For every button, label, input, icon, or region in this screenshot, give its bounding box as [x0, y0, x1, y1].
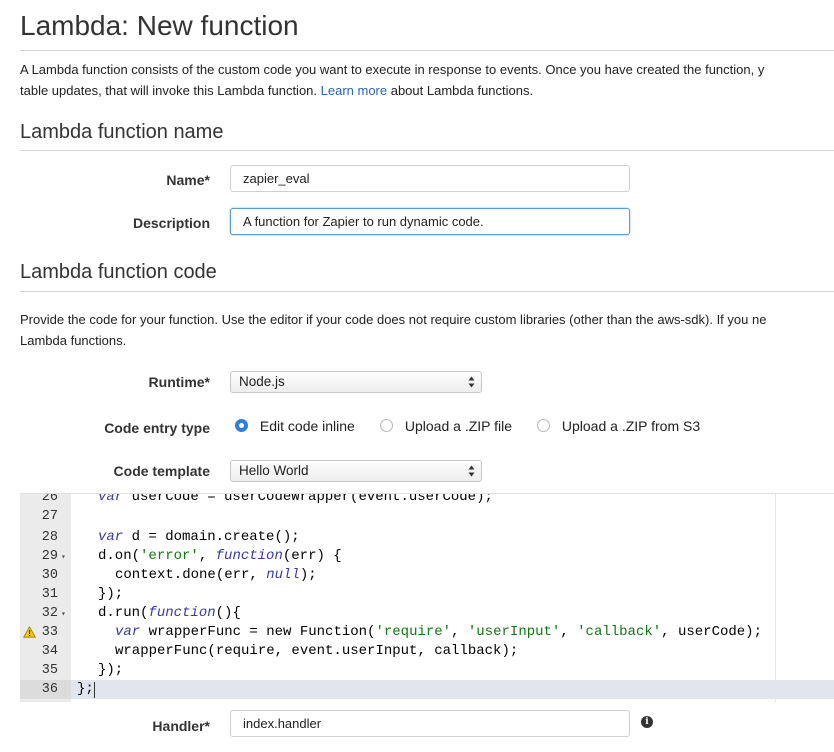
learn-more-link[interactable]: Learn more [321, 83, 387, 98]
divider [20, 50, 834, 51]
line-number: 30 [41, 568, 58, 583]
code-line[interactable]: 35 }); [20, 661, 834, 680]
line-number: 28 [41, 530, 58, 545]
radio-unchecked-icon[interactable] [537, 419, 550, 432]
code-text: var d = domain.create(); [98, 528, 300, 547]
runtime-select[interactable]: Node.js [230, 371, 482, 393]
line-number: 33 [41, 625, 58, 640]
line-number: 29 [41, 549, 58, 564]
code-line[interactable]: 28 var d = domain.create(); [20, 528, 834, 547]
code-template-label: Code template [113, 463, 210, 479]
string: 'require' [375, 624, 452, 640]
radio-label: Edit code inline [259, 418, 355, 434]
line-number: 35 [41, 663, 58, 678]
code-token: d = domain.create(); [123, 529, 300, 545]
intro-line-2-end: about Lambda functions. [387, 83, 534, 98]
intro-text: A Lambda function consists of the custom… [20, 59, 834, 101]
string: 'error' [140, 548, 199, 564]
code-text: var userCode = userCodeWrapper(event.use… [98, 493, 493, 507]
code-entry-type-label: Code entry type [104, 420, 210, 436]
code-line[interactable]: 26 var userCode = userCodeWrapper(event.… [20, 493, 834, 507]
code-token: , [198, 548, 216, 564]
section-heading-code: Lambda function code [20, 261, 217, 283]
code-text: d.run(function(){ [98, 604, 241, 623]
code-description: Provide the code for your function. Use … [20, 309, 834, 351]
code-text: }; [77, 681, 94, 697]
info-icon[interactable]: i [641, 716, 653, 728]
code-description-line-1: Provide the code for your function. Use … [20, 312, 767, 327]
name-input[interactable] [230, 165, 630, 192]
code-token: , userCode); [661, 624, 762, 640]
code-text: context.done(err, null); [115, 566, 317, 585]
intro-line-2: table updates, that will invoke this Lam… [20, 80, 834, 101]
code-line[interactable]: 29 ▾ d.on('error', function(err) { [20, 547, 834, 566]
divider [20, 150, 834, 151]
code-line[interactable]: 27 [20, 507, 834, 526]
name-label: Name* [166, 172, 210, 188]
radio-label: Upload a .ZIP file [404, 418, 513, 434]
text-cursor [94, 682, 95, 698]
line-number: 27 [41, 509, 58, 524]
code-template-select-value: Hello World [239, 463, 309, 478]
code-text: d.on('error', function(err) { [98, 547, 342, 566]
code-line[interactable]: 34 wrapperFunc(require, event.userInput,… [20, 642, 834, 661]
select-arrows-icon [468, 376, 475, 388]
code-token: ); [299, 567, 317, 583]
radio-upload-zip[interactable]: Upload a .ZIP file [380, 418, 512, 434]
code-token: (){ [215, 605, 241, 621]
code-line-text[interactable]: }; [20, 680, 834, 699]
fold-arrow-icon[interactable]: ▾ [61, 605, 66, 624]
runtime-select-value: Node.js [239, 374, 285, 389]
radio-label: Upload a .ZIP from S3 [561, 418, 701, 434]
fold-arrow-icon[interactable]: ▾ [61, 548, 66, 567]
code-text: wrapperFunc(require, event.userInput, ca… [115, 643, 519, 659]
keyword: var [98, 493, 124, 505]
string: 'userInput' [467, 624, 561, 640]
intro-line-2-start: table updates, that will invoke this Lam… [20, 83, 321, 98]
code-line[interactable]: 32 ▾ d.run(function(){ [20, 604, 834, 623]
keyword: var [98, 529, 124, 545]
line-number: 32 [41, 606, 58, 621]
code-description-line-2: Lambda functions. [20, 333, 127, 348]
radio-edit-inline[interactable]: Edit code inline [235, 418, 355, 434]
code-template-select[interactable]: Hello World [230, 460, 482, 482]
code-token: d.on( [98, 548, 141, 564]
line-number: 34 [41, 644, 58, 659]
page-title: Lambda: New function [20, 10, 299, 41]
string: 'callback' [577, 624, 662, 640]
line-number: 26 [41, 493, 58, 505]
code-token: wrapperFunc = new Function( [140, 624, 376, 640]
code-line[interactable]: 30 context.done(err, null); [20, 566, 834, 585]
code-editor[interactable]: 26 var userCode = userCodeWrapper(event.… [20, 493, 834, 702]
code-line[interactable]: 33 var wrapperFunc = new Function('requi… [20, 623, 834, 642]
description-label: Description [132, 215, 210, 231]
handler-input[interactable] [230, 710, 630, 737]
code-token: userCode = userCodeWrapper(event.userCod… [123, 493, 493, 505]
code-text: }); [98, 662, 124, 678]
keyword: function [148, 605, 216, 621]
code-token: , [560, 624, 578, 640]
keyword: var [115, 624, 141, 640]
description-input[interactable] [230, 208, 630, 235]
divider [20, 291, 834, 292]
code-token: d.run( [98, 605, 149, 621]
code-line[interactable]: 31 }); [20, 585, 834, 604]
code-text: }); [98, 586, 124, 602]
code-token: context.done(err, [115, 567, 267, 583]
line-number: 31 [41, 587, 58, 602]
code-text: var wrapperFunc = new Function('require'… [115, 623, 762, 642]
code-token: (err) { [282, 548, 342, 564]
radio-checked-icon[interactable] [235, 419, 248, 432]
handler-label: Handler* [152, 718, 210, 734]
intro-line-1: A Lambda function consists of the custom… [20, 62, 765, 77]
radio-unchecked-icon[interactable] [380, 419, 393, 432]
section-heading-name: Lambda function name [20, 121, 224, 143]
code-token: , [451, 624, 468, 640]
runtime-label: Runtime* [148, 374, 210, 390]
keyword: function [215, 548, 283, 564]
radio-upload-s3[interactable]: Upload a .ZIP from S3 [537, 418, 700, 434]
keyword: null [266, 567, 300, 583]
select-arrows-icon [468, 465, 475, 477]
